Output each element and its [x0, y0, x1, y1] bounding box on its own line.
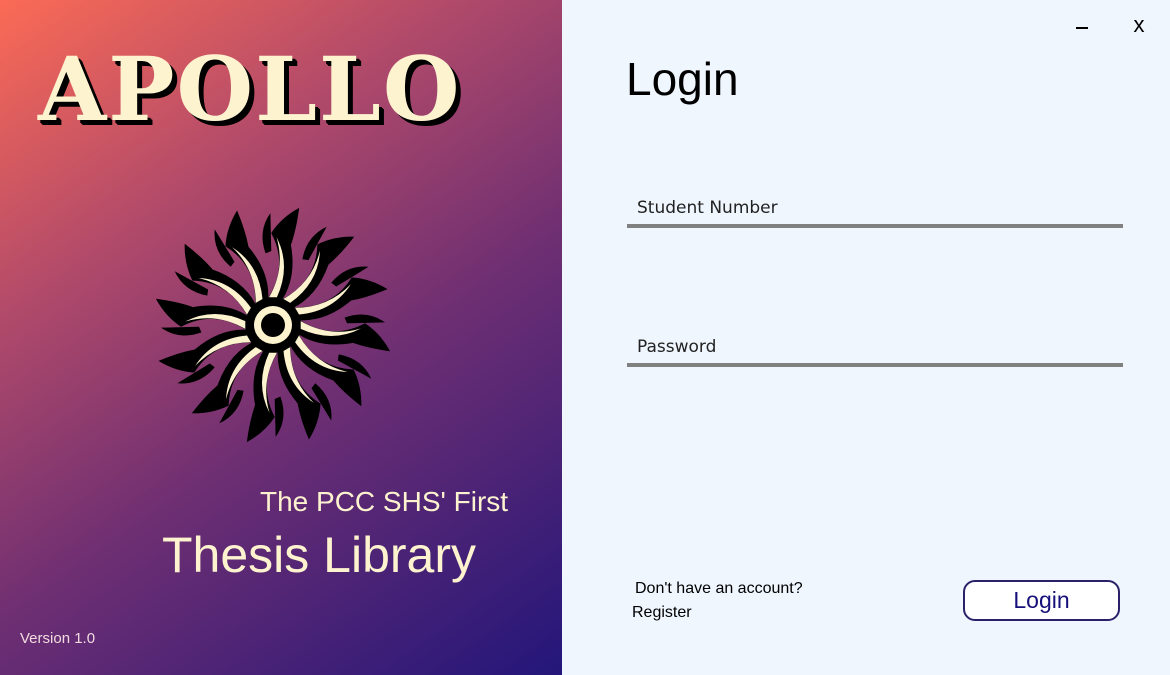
app-title: APOLLO [38, 37, 462, 141]
tagline: The PCC SHS' First [260, 486, 509, 517]
register-link[interactable]: Register [632, 604, 692, 622]
minimize-icon [1076, 27, 1088, 29]
student-number-input[interactable] [627, 192, 1123, 228]
no-account-text: Don't have an account? [635, 580, 803, 597]
login-heading: Login [626, 53, 739, 105]
minimize-button[interactable] [1064, 8, 1098, 42]
branding-panel: APOLLO The PCC SHS' First Thesis Library… [0, 0, 562, 675]
login-panel: x Login Don't have an account? Register … [562, 0, 1170, 675]
sun-icon [155, 207, 391, 443]
password-field [627, 331, 1123, 367]
version-label: Version 1.0 [20, 630, 96, 647]
close-button[interactable]: x [1122, 8, 1156, 42]
password-input[interactable] [627, 331, 1123, 367]
login-button[interactable]: Login [963, 580, 1120, 621]
student-number-field [627, 192, 1123, 228]
library-subtitle: Thesis Library [162, 527, 476, 583]
